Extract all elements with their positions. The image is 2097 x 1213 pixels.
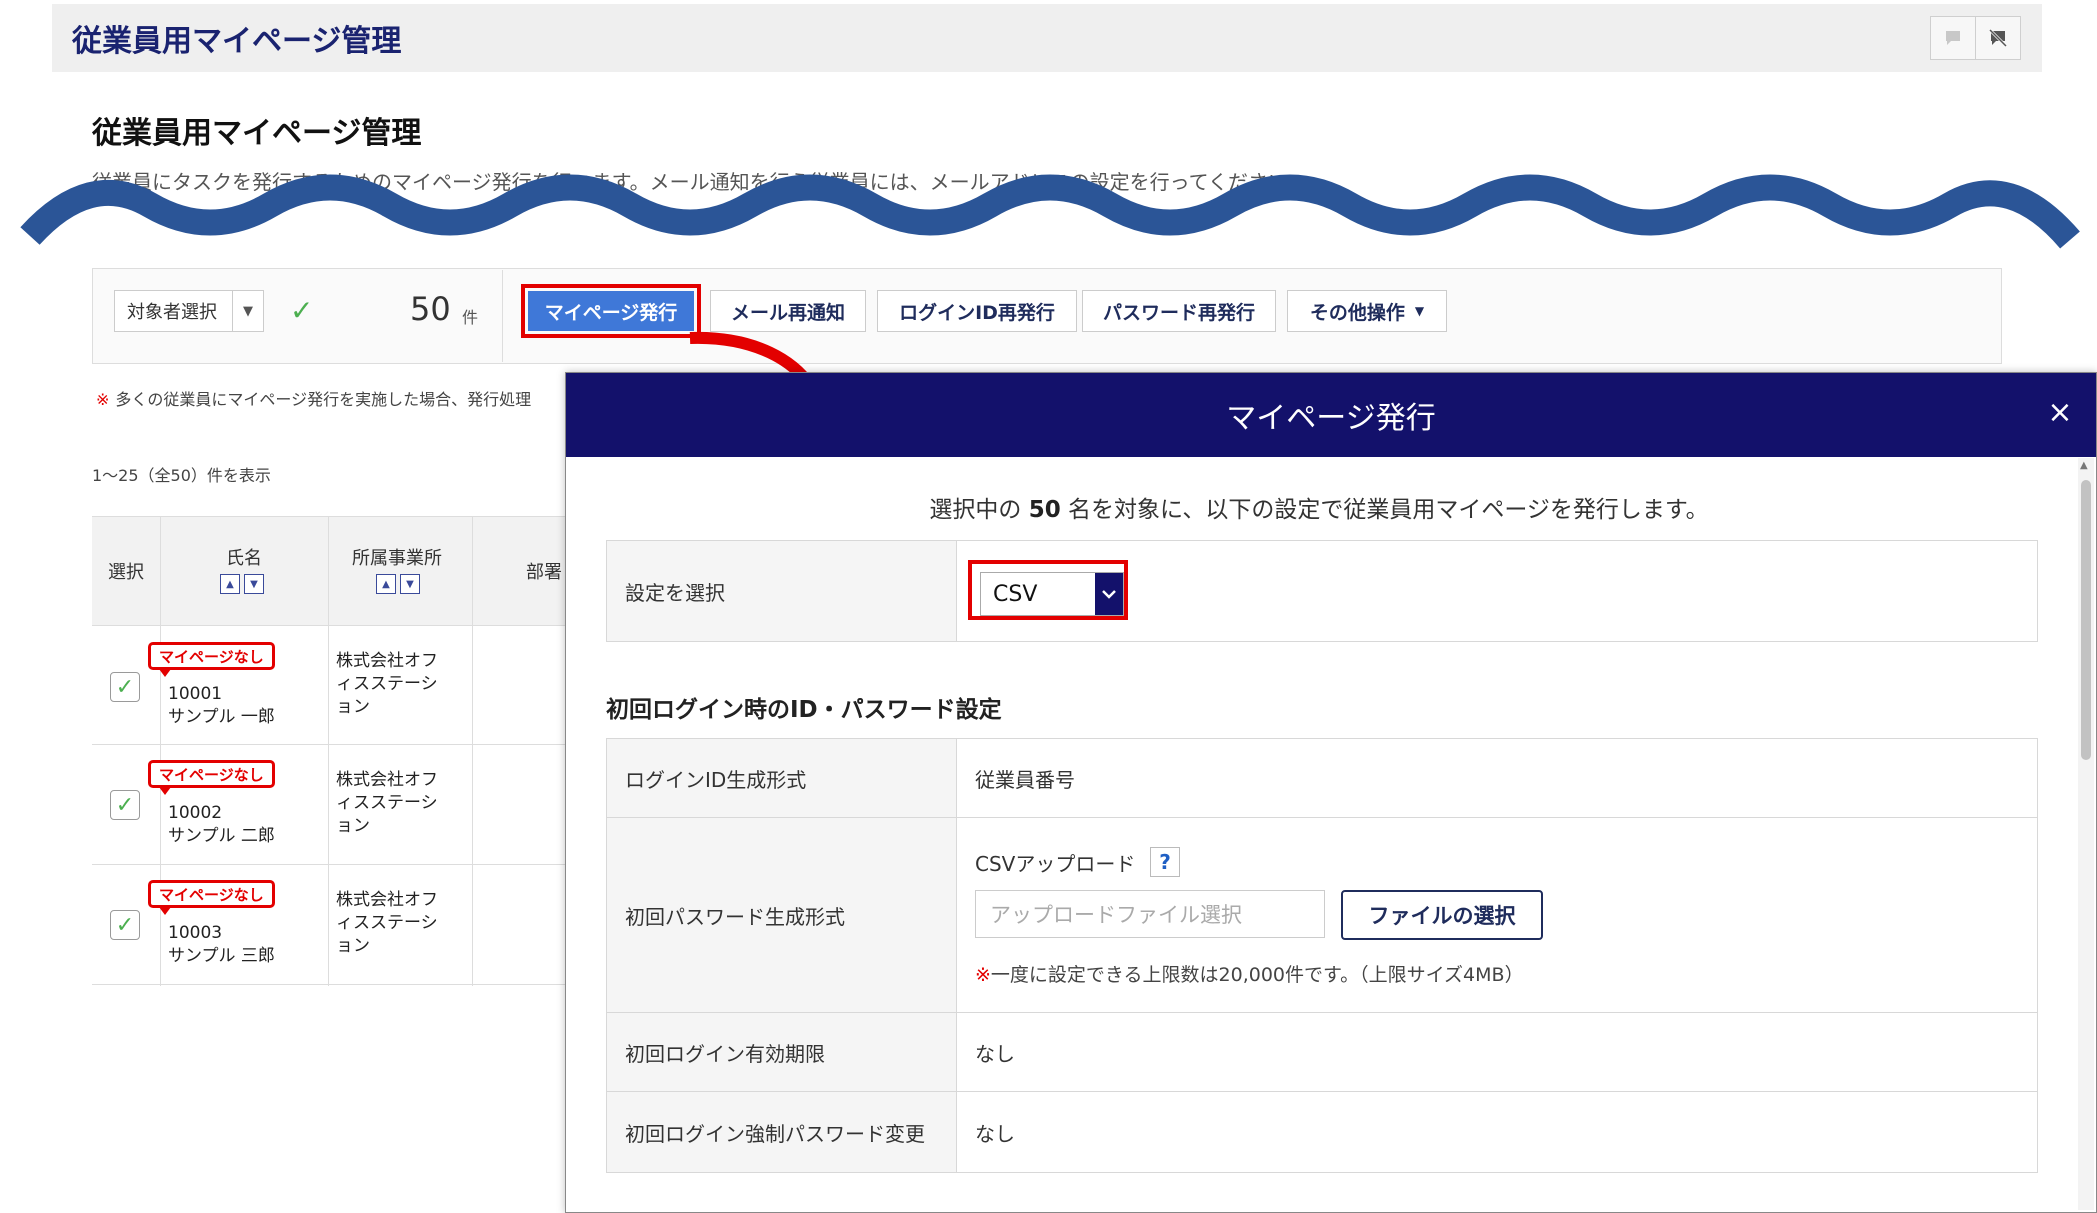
login-id-label: ログインID生成形式 [607,739,957,817]
expiry-label: 初回ログイン有効期限 [607,1013,957,1091]
upload-file-input[interactable]: アップロードファイル選択 [975,890,1325,938]
setting-label: 設定を選択 [607,541,957,641]
employee-name: サンプル 二郎 [168,826,275,846]
column-divider [328,516,329,986]
sort-desc-icon[interactable]: ▼ [400,574,420,594]
issue-note: ※ 多くの従業員にマイページ発行を実施した場合、発行処理 [96,386,531,410]
check-icon: ✓ [290,294,314,327]
office-line: 株式会社オフ [336,890,438,910]
limit-text: 一度に設定できる上限数は20,000件です。（上限サイズ4MB） [990,964,1524,986]
lead-count: 50 [1028,497,1061,523]
employee-id: 10001 [168,684,223,704]
modal-title: マイページ発行 [1226,401,1436,436]
office-line: ィスステーシ [336,674,438,694]
office-line: 株式会社オフ [336,770,438,790]
force-password-label: 初回ログイン強制パスワード変更 [607,1092,957,1172]
header-actions [1930,16,2021,60]
password-reissue-button[interactable]: パスワード再発行 [1082,290,1276,332]
login-id-value: 従業員番号 [975,767,1075,792]
selected-count: 50 [410,290,451,328]
csv-upload-label: CSVアップロード [975,852,1136,876]
lead-prefix: 選択中の [929,497,1022,523]
office-line: ョン [336,936,370,956]
highlight-setting-select: CSV [968,560,1128,620]
close-icon[interactable]: × [2040,392,2080,432]
sort-desc-icon[interactable]: ▼ [244,574,264,594]
row-divider [92,864,572,865]
help-icon[interactable]: ? [1150,847,1180,877]
force-password-row: 初回ログイン強制パスワード変更 なし [606,1091,2038,1173]
row-divider [92,744,572,745]
force-password-value: なし [975,1121,1015,1146]
header-title: 従業員用マイページ管理 [72,24,402,59]
other-actions-label: その他操作 [1309,301,1405,324]
name-sort: ▲ ▼ [220,574,264,594]
row-divider [92,984,572,985]
status-badge: マイページなし [148,880,275,915]
sort-asc-icon[interactable]: ▲ [376,574,396,594]
column-divider [472,516,473,986]
row-checkbox[interactable]: ✓ [110,672,140,702]
issue-mypage-button[interactable]: マイページ発行 [528,291,694,331]
office-line: ィスステーシ [336,913,438,933]
office-line: ィスステーシ [336,793,438,813]
selected-count-unit: 件 [462,308,479,327]
lead-suffix: 名を対象に、以下の設定で従業員用マイページを発行します。 [1068,497,1709,523]
password-label: 初回パスワード生成形式 [607,818,957,1012]
result-range: 1～25（全50）件を表示 [92,466,271,485]
column-dept: 部署 [526,562,562,583]
row-checkbox[interactable]: ✓ [110,910,140,940]
office-line: ョン [336,697,370,717]
setting-row: 設定を選択 [606,540,2038,642]
choose-file-button[interactable]: ファイルの選択 [1341,890,1543,940]
employee-name: サンプル 一郎 [168,707,275,727]
target-select-label: 対象者選択 [127,302,217,323]
employee-id: 10002 [168,803,223,823]
status-badge: マイページなし [148,642,275,677]
office-line: 株式会社オフ [336,651,438,671]
note-text: 多くの従業員にマイページ発行を実施した場合、発行処理 [115,390,532,409]
chat-icon[interactable] [1930,16,1976,60]
expiry-row: 初回ログイン有効期限 なし [606,1012,2038,1092]
modal-lead: 選択中の 50 名を対象に、以下の設定で従業員用マイページを発行します。 [566,490,2072,524]
row-checkbox[interactable]: ✓ [110,790,140,820]
upload-limit-note: ※一度に設定できる上限数は20,000件です。（上限サイズ4MB） [975,960,1524,987]
no-chat-icon[interactable] [1976,16,2021,60]
chevron-down-icon [1095,573,1123,615]
column-select: 選択 [108,562,144,583]
office-line: ョン [336,816,370,836]
sort-asc-icon[interactable]: ▲ [220,574,240,594]
employee-name: サンプル 三郎 [168,946,275,966]
scroll-up-icon[interactable]: ▲ [2080,460,2088,471]
column-name: 氏名 [226,548,262,569]
caret-down-icon: ▼ [1414,304,1425,318]
page-title: 従業員用マイページ管理 [92,116,422,151]
wave-divider [20,174,2080,249]
scrollbar-thumb[interactable] [2081,480,2091,760]
office-sort: ▲ ▼ [376,574,420,594]
toolbar-divider [502,270,503,362]
expiry-value: なし [975,1041,1015,1066]
setting-select-value: CSV [993,581,1038,607]
caret-down-icon: ▼ [232,291,263,331]
section-title: 初回ログイン時のID・パスワード設定 [606,697,1002,723]
login-id-row: ログインID生成形式 従業員番号 [606,738,2038,818]
column-office: 所属事業所 [352,548,442,569]
table-header [92,516,572,626]
target-select[interactable]: 対象者選択 ▼ [114,290,264,332]
note-mark: ※ [96,390,110,409]
setting-select[interactable]: CSV [980,572,1124,616]
limit-mark: ※ [975,964,991,986]
other-actions-button[interactable]: その他操作 ▼ [1287,290,1447,332]
employee-id: 10003 [168,923,223,943]
status-badge: マイページなし [148,760,275,795]
login-id-reissue-button[interactable]: ログインID再発行 [877,290,1077,332]
column-divider [160,516,161,986]
